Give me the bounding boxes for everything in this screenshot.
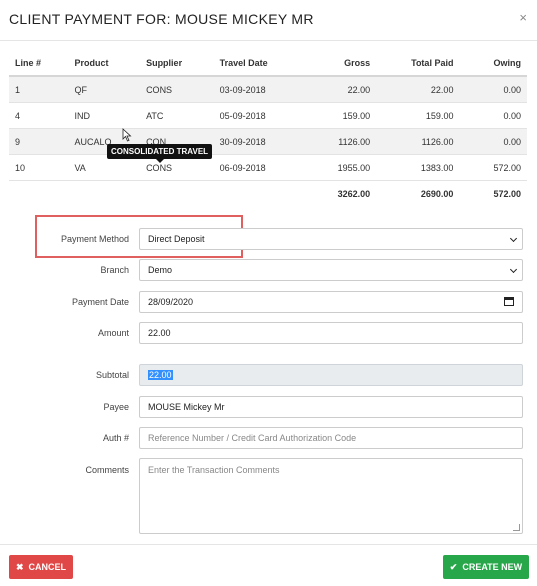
auth-label: Auth # <box>102 433 129 443</box>
payment-date-label: Payment Date <box>71 297 129 307</box>
amount-input[interactable]: 22.00 <box>139 322 523 344</box>
modal-title: CLIENT PAYMENT FOR: MOUSE MICKEY MR <box>9 11 314 27</box>
supplier-tooltip: CONSOLIDATED TRAVEL <box>107 144 213 163</box>
total-owing: 572.00 <box>459 180 527 207</box>
cell-total-paid: 1383.00 <box>376 154 460 181</box>
resize-handle-icon[interactable] <box>513 524 520 531</box>
payment-lines-table: Line # Product Supplier Travel Date Gros… <box>9 51 527 207</box>
col-product[interactable]: Product <box>68 51 141 77</box>
payment-date-value: 28/09/2020 <box>148 297 194 307</box>
payee-label: Payee <box>103 402 129 412</box>
cell-product: QF <box>68 75 141 103</box>
payment-date-input[interactable]: 28/09/2020 <box>139 291 523 313</box>
table-row[interactable]: 4 IND ATC 05-09-2018 159.00 159.00 0.00 <box>9 102 527 129</box>
payment-method-value: Direct Deposit <box>148 234 205 244</box>
cell-travel-date: 03-09-2018 <box>213 75 305 103</box>
table-header-row: Line # Product Supplier Travel Date Gros… <box>9 51 527 77</box>
table-row[interactable]: 10 VA CONS 06-09-2018 1955.00 1383.00 57… <box>9 154 527 181</box>
col-line[interactable]: Line # <box>9 51 69 77</box>
cell-owing: 0.00 <box>459 75 527 103</box>
checkmark-icon: ✔ <box>449 561 458 572</box>
auth-input[interactable]: Reference Number / Credit Card Authoriza… <box>139 427 523 449</box>
cell-travel-date: 30-09-2018 <box>213 128 305 155</box>
close-x-icon: ✖ <box>15 561 24 572</box>
cell-owing: 572.00 <box>459 154 527 181</box>
cancel-button[interactable]: ✖ CANCEL <box>9 555 73 579</box>
cell-total-paid: 1126.00 <box>376 128 460 155</box>
table-row[interactable]: 9 AUCALO CON 30-09-2018 1126.00 1126.00 … <box>9 128 527 155</box>
close-icon[interactable]: × <box>519 10 527 25</box>
cell-gross: 22.00 <box>304 75 377 103</box>
totals-row: 3262.00 2690.00 572.00 <box>9 180 527 207</box>
comments-label: Comments <box>85 465 129 475</box>
col-supplier[interactable]: Supplier <box>140 51 214 77</box>
comments-textarea[interactable]: Enter the Transaction Comments <box>139 458 523 534</box>
payment-method-label: Payment Method <box>60 234 129 244</box>
cell-travel-date: 05-09-2018 <box>213 102 305 129</box>
col-travel-date[interactable]: Travel Date <box>213 51 305 77</box>
payee-input[interactable]: MOUSE Mickey Mr <box>139 396 523 418</box>
modal-header: CLIENT PAYMENT FOR: MOUSE MICKEY MR × <box>0 0 537 41</box>
cell-line: 1 <box>9 75 69 103</box>
total-paid: 2690.00 <box>376 180 460 207</box>
amount-label: Amount <box>97 328 129 338</box>
cell-product: IND <box>68 102 141 129</box>
create-new-button[interactable]: ✔ CREATE NEW <box>443 555 529 579</box>
payment-method-select[interactable]: Direct Deposit <box>139 228 523 250</box>
cell-line: 9 <box>9 128 69 155</box>
cell-line: 4 <box>9 102 69 129</box>
cell-line: 10 <box>9 154 69 181</box>
calendar-icon[interactable] <box>504 297 514 306</box>
subtotal-label: Subtotal <box>95 370 129 380</box>
subtotal-value: 22.00 <box>148 370 173 380</box>
amount-value: 22.00 <box>148 328 171 338</box>
create-new-button-label: CREATE NEW <box>462 562 523 572</box>
cell-gross: 1955.00 <box>304 154 377 181</box>
comments-placeholder: Enter the Transaction Comments <box>148 465 280 475</box>
col-gross[interactable]: Gross <box>304 51 377 77</box>
payee-value: MOUSE Mickey Mr <box>148 402 225 412</box>
cell-gross: 159.00 <box>304 102 377 129</box>
subtotal-input[interactable]: 22.00 <box>139 364 523 386</box>
client-payment-modal: CLIENT PAYMENT FOR: MOUSE MICKEY MR × Li… <box>0 0 537 585</box>
cell-total-paid: 22.00 <box>376 75 460 103</box>
cancel-button-label: CANCEL <box>28 562 67 572</box>
cell-travel-date: 06-09-2018 <box>213 154 305 181</box>
total-gross: 3262.00 <box>304 180 377 207</box>
cell-supplier: ATC <box>140 102 214 129</box>
mouse-cursor-icon <box>122 128 132 142</box>
table-row[interactable]: 1 QF CONS 03-09-2018 22.00 22.00 0.00 <box>9 75 527 103</box>
cell-total-paid: 159.00 <box>376 102 460 129</box>
col-owing[interactable]: Owing <box>459 51 527 77</box>
col-total-paid[interactable]: Total Paid <box>376 51 460 77</box>
branch-label: Branch <box>100 265 129 275</box>
cell-gross: 1126.00 <box>304 128 377 155</box>
cell-owing: 0.00 <box>459 102 527 129</box>
branch-select[interactable]: Demo <box>139 259 523 281</box>
cell-supplier: CONS <box>140 75 214 103</box>
branch-value: Demo <box>148 265 173 275</box>
modal-footer: ✖ CANCEL ✔ CREATE NEW <box>0 544 537 586</box>
cell-owing: 0.00 <box>459 128 527 155</box>
auth-placeholder: Reference Number / Credit Card Authoriza… <box>148 433 357 443</box>
